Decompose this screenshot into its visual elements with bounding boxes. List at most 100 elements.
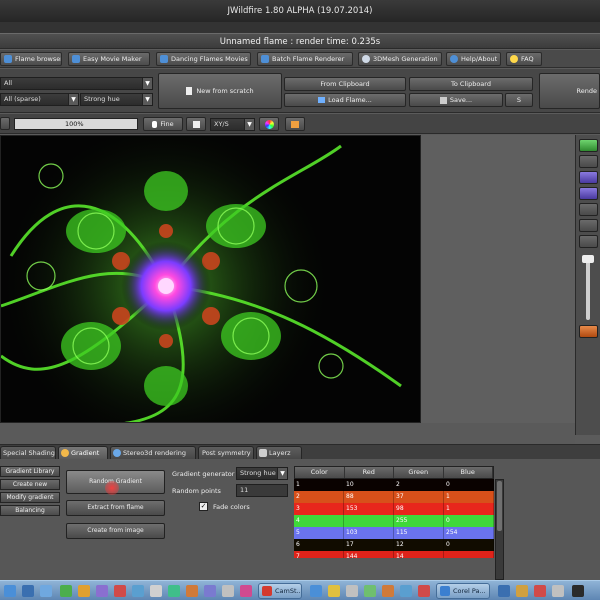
scrollbar-thumb[interactable]	[497, 481, 502, 531]
program-icon[interactable]	[346, 585, 358, 597]
table-row[interactable]: 4 255 0	[294, 515, 494, 527]
program-icon[interactable]	[240, 585, 252, 597]
media-icon[interactable]	[96, 585, 108, 597]
extract-from-flame-button[interactable]: Extract from flame	[66, 500, 165, 516]
hand-tool-button[interactable]	[579, 235, 598, 248]
load-flame-button[interactable]: Load Flame...	[284, 93, 406, 107]
app-icon[interactable]	[60, 585, 72, 597]
axis-combo[interactable]: XY/S ▼	[210, 118, 255, 131]
table-scrollbar[interactable]	[495, 479, 504, 580]
toggle-button[interactable]	[186, 117, 206, 131]
email-icon[interactable]	[132, 585, 144, 597]
triangle-tool-button[interactable]	[579, 203, 598, 216]
menu-flame-browser[interactable]: Flame browser	[0, 52, 62, 66]
zoom-minus-button[interactable]	[0, 117, 10, 130]
cell	[344, 515, 394, 527]
gradient-style-combo[interactable]: Strong hue ▼	[80, 93, 153, 106]
vertical-slider-handle[interactable]	[582, 255, 594, 263]
column-header[interactable]: Blue	[444, 467, 493, 478]
menu-faq[interactable]: FAQ	[506, 52, 542, 66]
program-icon[interactable]	[572, 585, 584, 597]
tab-post-symmetry[interactable]: Post symmetry	[198, 446, 254, 459]
fade-colors-checkbox[interactable]: ✓	[199, 502, 208, 511]
taskbar-task-camstudio[interactable]: CamSt...	[258, 583, 302, 599]
tab-stereo3d[interactable]: Stereo3d rendering	[110, 446, 196, 459]
program-icon[interactable]	[382, 585, 394, 597]
rotate-tool-button[interactable]	[579, 171, 598, 184]
utility-icon[interactable]	[168, 585, 180, 597]
program-icon[interactable]	[364, 585, 376, 597]
tab-label: Post symmetry	[202, 449, 251, 457]
taskbar-task-corel[interactable]: Corel Pa...	[436, 583, 490, 599]
random-generator-combo[interactable]: All (sparse) ▼	[0, 93, 79, 106]
chevron-down-icon: ▼	[277, 468, 287, 479]
grid-tool-button[interactable]	[579, 219, 598, 232]
gradient-library-button[interactable]: Gradient Library	[0, 466, 60, 477]
browser-icon[interactable]	[114, 585, 126, 597]
program-icon[interactable]	[400, 585, 412, 597]
explorer-icon[interactable]	[4, 585, 16, 597]
save-small-button[interactable]: S	[505, 93, 533, 107]
create-from-image-button[interactable]: Create from image	[66, 523, 165, 539]
table-row[interactable]: 5 103 115 254	[294, 527, 494, 539]
cell: 98	[394, 503, 444, 515]
computer-icon[interactable]	[22, 585, 34, 597]
table-row[interactable]: 6 17 12 0	[294, 539, 494, 551]
orange-tool-button[interactable]	[579, 325, 598, 338]
menu-easy-movie-maker[interactable]: Easy Movie Maker	[68, 52, 150, 66]
save-button[interactable]: Save...	[409, 93, 503, 107]
vertical-slider-track[interactable]	[586, 260, 590, 320]
program-icon[interactable]	[328, 585, 340, 597]
column-header[interactable]: Red	[345, 467, 394, 478]
zoom-slider[interactable]: 100%	[14, 118, 138, 130]
move-tool-button[interactable]	[579, 155, 598, 168]
create-new-button[interactable]: Create new	[0, 479, 60, 490]
tab-special-shading[interactable]: Special Shading	[0, 446, 56, 459]
color-wheel-button[interactable]	[259, 117, 279, 131]
scale-tool-button[interactable]	[579, 187, 598, 200]
folder-icon[interactable]	[78, 585, 90, 597]
flame-preview-canvas[interactable]	[0, 135, 421, 423]
filter-combo[interactable]: All ▼	[0, 77, 153, 90]
balancing-button[interactable]: Balancing	[0, 505, 60, 516]
button-label: Save...	[449, 96, 473, 104]
network-icon[interactable]	[40, 585, 52, 597]
column-header[interactable]: Color	[295, 467, 345, 478]
tool-icon[interactable]	[186, 585, 198, 597]
render-button[interactable]: Rende	[539, 73, 600, 109]
fine-button[interactable]: Fine	[143, 117, 183, 131]
fit-view-button[interactable]	[579, 139, 598, 152]
menu-3dmesh[interactable]: 3DMesh Generation	[358, 52, 442, 66]
program-icon[interactable]	[552, 585, 564, 597]
gradient-generator-combo[interactable]: Strong hue ▼	[236, 467, 288, 480]
menu-dancing-flames[interactable]: Dancing Flames Movies	[156, 52, 251, 66]
table-row[interactable]: 2 88 37 1	[294, 491, 494, 503]
modify-gradient-button[interactable]: Modify gradient	[0, 492, 60, 503]
menu-label: Help/About	[461, 55, 498, 63]
program-icon[interactable]	[222, 585, 234, 597]
new-from-scratch-button[interactable]: New from scratch	[158, 73, 282, 109]
program-icon[interactable]	[204, 585, 216, 597]
menu-label: Batch Flame Renderer	[272, 55, 345, 63]
paint-button[interactable]	[285, 117, 305, 131]
table-row[interactable]: 3 153 98 1	[294, 503, 494, 515]
cell: 10	[344, 479, 394, 491]
table-row[interactable]: 7 144 14	[294, 551, 494, 558]
to-clipboard-button[interactable]: To Clipboard	[409, 77, 533, 91]
column-header[interactable]: Green	[394, 467, 444, 478]
program-icon[interactable]	[498, 585, 510, 597]
random-points-field[interactable]: 11	[236, 484, 288, 497]
program-icon[interactable]	[310, 585, 322, 597]
program-icon[interactable]	[516, 585, 528, 597]
tab-gradient[interactable]: Gradient	[58, 446, 108, 459]
menu-batch-renderer[interactable]: Batch Flame Renderer	[257, 52, 353, 66]
menu-label: Easy Movie Maker	[83, 55, 142, 63]
from-clipboard-button[interactable]: From Clipboard	[284, 77, 406, 91]
menu-help-about[interactable]: Help/About	[446, 52, 501, 66]
settings-icon[interactable]	[150, 585, 162, 597]
tab-layerz[interactable]: Layerz	[256, 446, 302, 459]
program-icon[interactable]	[418, 585, 430, 597]
button-label: Load Flame...	[328, 96, 372, 104]
table-row[interactable]: 1 10 2 0	[294, 479, 494, 491]
program-icon[interactable]	[534, 585, 546, 597]
